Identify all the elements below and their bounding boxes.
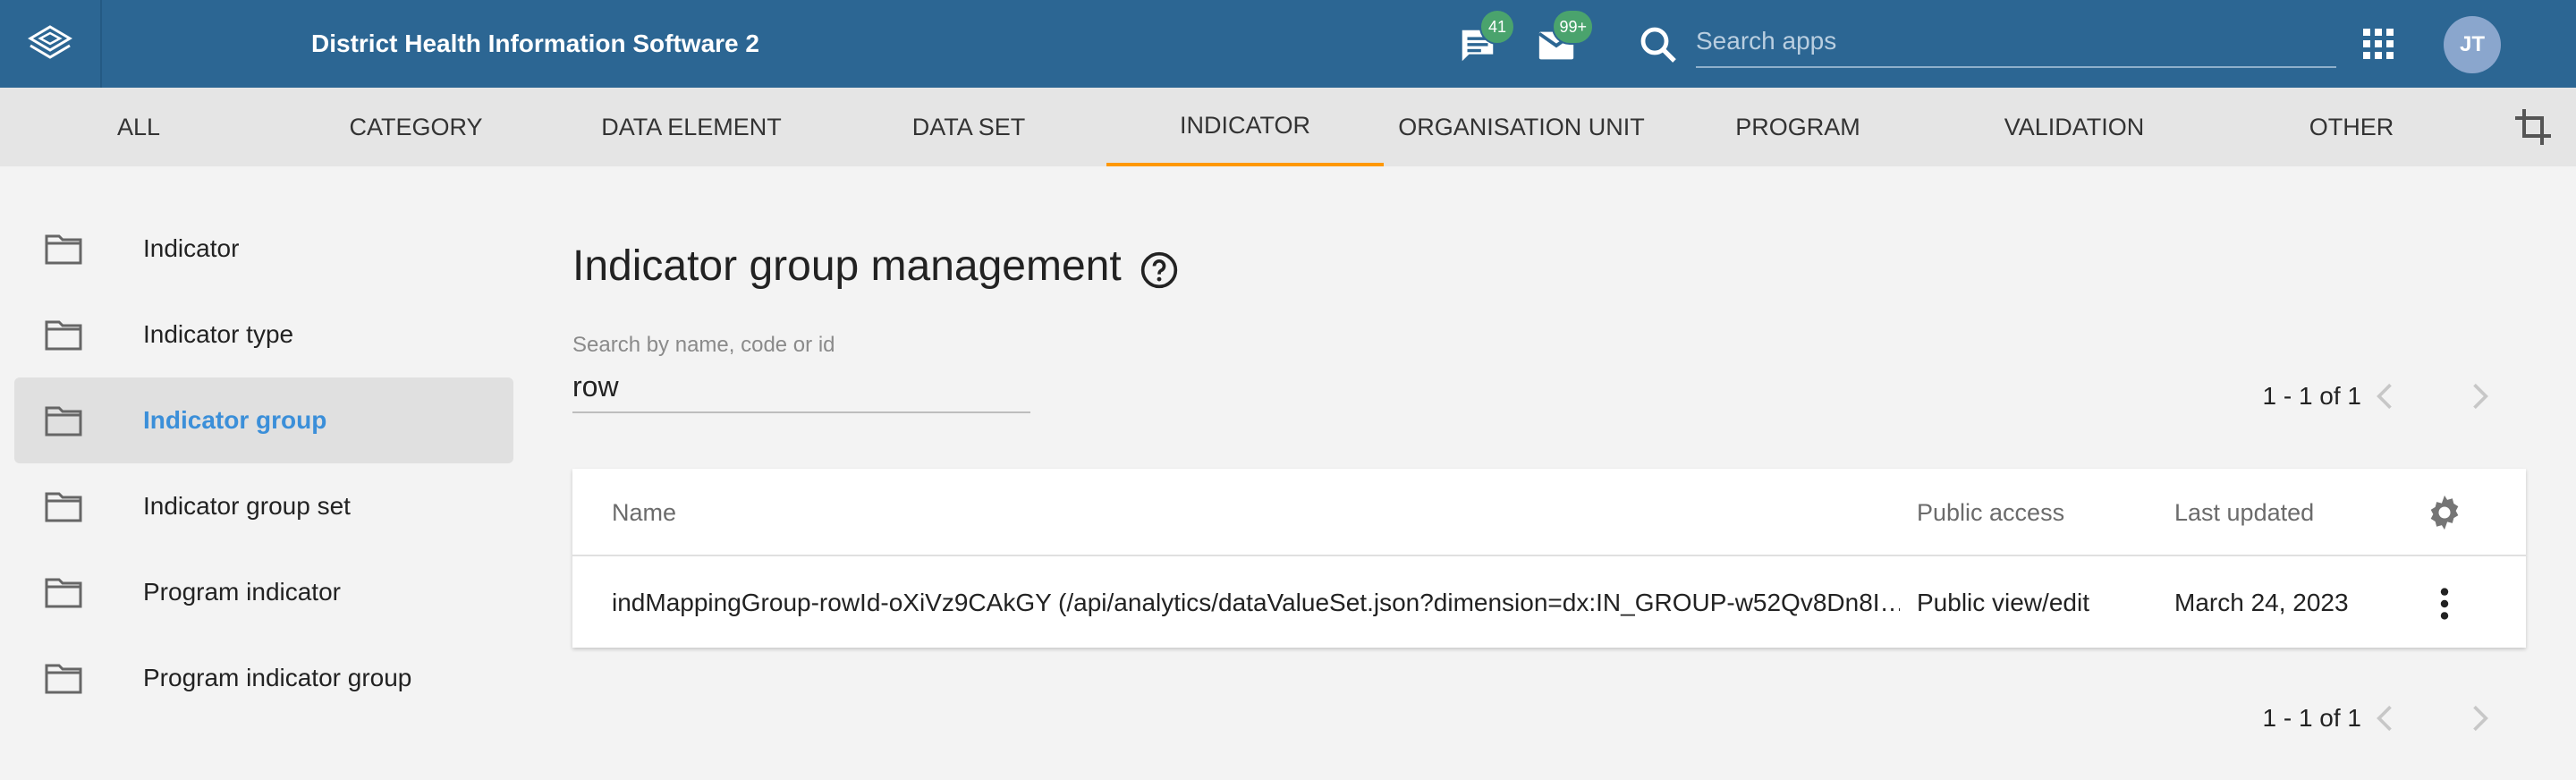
messages-button[interactable]: 99+ <box>1530 9 1594 70</box>
sidebar-item-label: Indicator group set <box>143 492 351 520</box>
help-icon[interactable] <box>1140 250 1179 290</box>
pager-range: 1 - 1 of 1 <box>2262 704 2361 732</box>
sidebar-nav: Indicator Indicator type Indicator group… <box>14 206 513 721</box>
sidebar-item-indicator-type[interactable]: Indicator type <box>14 292 513 377</box>
messages-count-badge: 41 <box>1479 9 1515 45</box>
cell-name: indMappingGroup-rowId-oXiVz9CAkGY (/api/… <box>612 589 1900 616</box>
page-title: Indicator group management <box>572 242 1122 290</box>
folder-icon <box>45 234 82 265</box>
crop-icon[interactable] <box>2512 106 2555 148</box>
table-row[interactable]: indMappingGroup-rowId-oXiVz9CAkGY (/api/… <box>572 558 2526 648</box>
search-input[interactable]: row <box>572 370 1030 413</box>
sidebar-item-program-indicator[interactable]: Program indicator <box>14 549 513 635</box>
sidebar-item-label: Program indicator group <box>143 664 412 691</box>
sidebar-item-indicator-group-set[interactable]: Indicator group set <box>14 463 513 549</box>
chevron-left-icon[interactable] <box>2366 699 2405 738</box>
sidebar-item-indicator-group[interactable]: Indicator group <box>14 377 513 463</box>
app-title: District Health Information Software 2 <box>311 30 759 57</box>
section-tabs: ALL CATEGORY DATA ELEMENT DATA SET INDIC… <box>0 88 2576 166</box>
search-apps-input[interactable]: Search apps <box>1696 20 2336 68</box>
dhis2-logo-icon <box>28 25 72 59</box>
interpretations-button[interactable]: 41 <box>1451 9 1515 70</box>
chevron-right-icon[interactable] <box>2460 699 2499 738</box>
tab-organisation-unit[interactable]: ORGANISATION UNIT <box>1383 88 1660 166</box>
search-field-label: Search by name, code or id <box>572 333 835 357</box>
tab-data-set[interactable]: DATA SET <box>830 88 1107 166</box>
table-header: Name Public access Last updated <box>572 469 2526 556</box>
cell-last-updated: March 24, 2023 <box>2174 589 2349 616</box>
folder-icon <box>45 320 82 351</box>
tab-indicator[interactable]: INDICATOR <box>1106 88 1384 166</box>
tab-program[interactable]: PROGRAM <box>1659 88 1936 166</box>
tab-other[interactable]: OTHER <box>2213 88 2490 166</box>
apps-grid-icon[interactable] <box>2363 29 2394 59</box>
gear-icon[interactable] <box>2424 492 2465 533</box>
cell-public-access: Public view/edit <box>1917 589 2089 616</box>
sidebar-item-label: Indicator group <box>143 406 327 434</box>
user-avatar[interactable]: JT <box>2444 16 2501 73</box>
tab-category[interactable]: CATEGORY <box>277 88 555 166</box>
folder-icon <box>45 578 82 608</box>
column-header-name[interactable]: Name <box>612 469 676 556</box>
tab-all[interactable]: ALL <box>0 88 277 166</box>
sidebar-item-label: Indicator type <box>143 320 294 348</box>
column-header-last-updated[interactable]: Last updated <box>2174 469 2314 556</box>
interpretations-count-badge: 99+ <box>1552 9 1594 45</box>
sidebar-item-label: Indicator <box>143 234 240 262</box>
more-vert-icon[interactable] <box>2424 583 2465 624</box>
indicator-group-table: Name Public access Last updated indMappi… <box>572 469 2526 648</box>
tab-data-element[interactable]: DATA ELEMENT <box>553 88 830 166</box>
dhis2-logo[interactable] <box>0 0 102 88</box>
top-header-bar: District Health Information Software 2 4… <box>0 0 2576 88</box>
search-icon <box>1640 27 1676 63</box>
sidebar-item-label: Program indicator <box>143 578 341 606</box>
pager-range: 1 - 1 of 1 <box>2262 382 2361 410</box>
sidebar-item-program-indicator-group[interactable]: Program indicator group <box>14 635 513 721</box>
folder-icon <box>45 492 82 522</box>
chevron-right-icon[interactable] <box>2460 377 2499 416</box>
chevron-left-icon[interactable] <box>2366 377 2405 416</box>
pager-bottom: 1 - 1 of 1 <box>2147 696 2522 741</box>
folder-icon <box>45 664 82 694</box>
column-header-public-access[interactable]: Public access <box>1917 469 2064 556</box>
sidebar-item-indicator[interactable]: Indicator <box>14 206 513 292</box>
folder-icon <box>45 406 82 437</box>
pager-top: 1 - 1 of 1 <box>2147 374 2522 419</box>
tab-validation[interactable]: VALIDATION <box>1936 88 2213 166</box>
